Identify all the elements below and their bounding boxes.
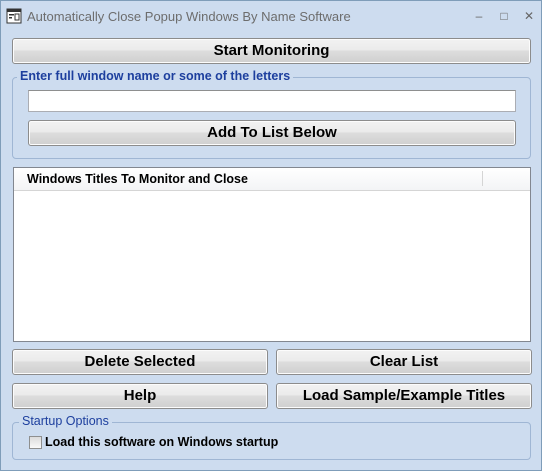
column-header-window-titles[interactable]: Windows Titles To Monitor and Close	[27, 172, 248, 186]
start-monitoring-button[interactable]: Start Monitoring	[12, 38, 531, 64]
load-on-startup-label[interactable]: Load this software on Windows startup	[45, 435, 278, 449]
app-window: Automatically Close Popup Windows By Nam…	[0, 0, 542, 471]
help-label: Help	[123, 387, 157, 404]
startup-options-legend: Startup Options	[19, 414, 112, 428]
add-to-list-label: Add To List Below	[207, 124, 337, 141]
column-divider[interactable]	[482, 171, 483, 186]
load-sample-titles-label: Load Sample/Example Titles	[302, 387, 506, 404]
close-button[interactable]: ✕	[517, 5, 541, 27]
delete-selected-button[interactable]: Delete Selected	[12, 349, 268, 375]
window-titles-list[interactable]: Windows Titles To Monitor and Close	[13, 167, 531, 342]
window-name-group-legend: Enter full window name or some of the le…	[17, 69, 294, 83]
start-monitoring-label: Start Monitoring	[213, 42, 330, 59]
minimize-button[interactable]: –	[467, 5, 491, 27]
maximize-button[interactable]: □	[492, 5, 516, 27]
load-sample-titles-button[interactable]: Load Sample/Example Titles	[276, 383, 532, 409]
list-header: Windows Titles To Monitor and Close	[14, 168, 530, 191]
add-to-list-button[interactable]: Add To List Below	[28, 120, 516, 146]
clear-list-label: Clear List	[369, 353, 439, 370]
window-title: Automatically Close Popup Windows By Nam…	[27, 9, 351, 24]
load-on-startup-checkbox[interactable]	[29, 436, 42, 449]
window-name-input[interactable]	[28, 90, 516, 112]
title-bar[interactable]: Automatically Close Popup Windows By Nam…	[1, 1, 541, 33]
help-button[interactable]: Help	[12, 383, 268, 409]
app-icon[interactable]	[6, 8, 22, 24]
delete-selected-label: Delete Selected	[84, 353, 196, 370]
clear-list-button[interactable]: Clear List	[276, 349, 532, 375]
